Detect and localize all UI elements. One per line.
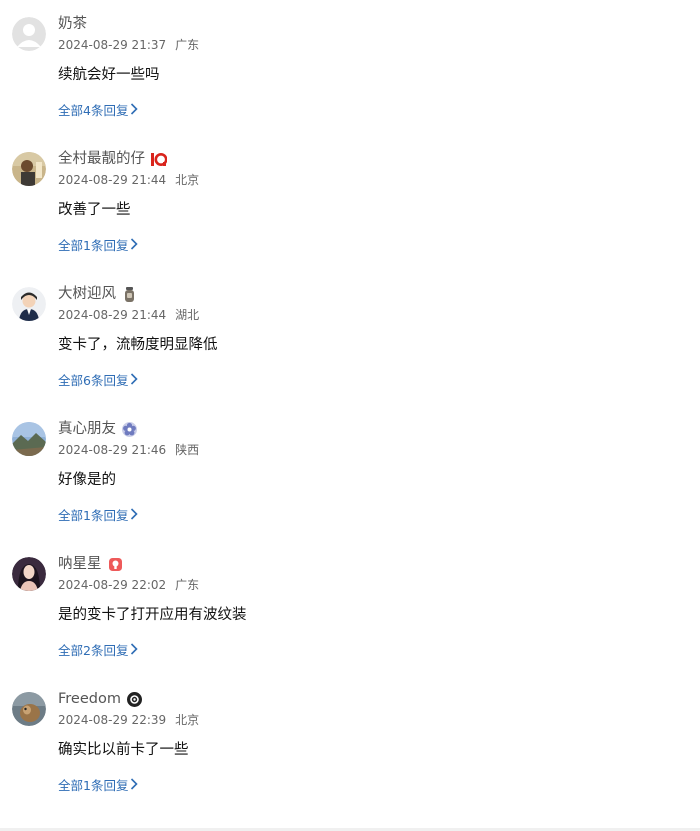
flower-badge-icon [121,421,138,438]
username[interactable]: 大树迎风 [58,284,116,304]
comment-location: 北京 [175,713,200,727]
avatar[interactable] [12,692,46,726]
comment-item: 真心朋友 2024-08-29 21:46 陕西 好像是的 全部1条回复 [0,405,700,540]
username-row: 奶茶 [58,14,87,34]
view-replies-link[interactable]: 全部6条回复 [58,372,139,390]
view-replies-link[interactable]: 全部4条回复 [58,102,139,120]
view-replies-link[interactable]: 全部2条回复 [58,642,139,660]
view-replies-label: 全部1条回复 [58,778,129,793]
comment-time: 2024-08-29 21:44 [58,308,167,322]
avatar[interactable] [12,152,46,186]
comment-list: 奶茶 2024-08-29 21:37 广东 续航会好一些吗 全部4条回复 全村最… [0,0,700,831]
view-replies-link[interactable]: 全部1条回复 [58,237,139,255]
red-badge-icon [107,556,124,573]
comment-item: 呐星星 2024-08-29 22:02 广东 是的变卡了打开应用有波纹装 全部2… [0,540,700,675]
username-row: 呐星星 [58,554,124,574]
black-round-badge-icon [126,691,143,708]
chevron-right-icon [130,237,139,255]
view-replies-label: 全部6条回复 [58,373,129,388]
view-replies-label: 全部4条回复 [58,103,129,118]
chevron-right-icon [130,642,139,660]
user-portrait-icon [12,557,46,591]
view-replies-label: 全部2条回复 [58,643,129,658]
comment-text: 确实比以前卡了一些 [58,742,189,758]
comment-item: Freedom 2024-08-29 22:39 北京 确实比以前卡了一些 全部1… [0,675,700,810]
chevron-right-icon [130,507,139,525]
username[interactable]: 呐星星 [58,554,102,574]
comment-meta: 2024-08-29 21:44 北京 [58,172,199,188]
bottle-badge-icon [121,286,138,303]
comment-item: 全村最靓的仔 2024-08-29 21:44 北京 改善了一些 全部1条回复 [0,135,700,270]
view-replies-link[interactable]: 全部1条回复 [58,507,139,525]
username[interactable]: 真心朋友 [58,419,116,439]
username[interactable]: 奶茶 [58,14,87,34]
comment-time: 2024-08-29 21:44 [58,173,167,187]
comment-time: 2024-08-29 21:46 [58,443,167,457]
default-user-icon [12,17,46,51]
comment-location: 广东 [175,38,200,52]
avatar[interactable] [12,422,46,456]
username-row: 全村最靓的仔 [58,149,167,169]
comment-meta: 2024-08-29 22:39 北京 [58,712,199,728]
comment-location: 湖北 [175,308,200,322]
username-row: 真心朋友 [58,419,138,439]
comment-location: 陕西 [175,443,200,457]
comment-meta: 2024-08-29 22:02 广东 [58,577,199,593]
avatar[interactable] [12,287,46,321]
comment-time: 2024-08-29 22:39 [58,713,167,727]
username[interactable]: Freedom [58,689,121,709]
comment-text: 是的变卡了打开应用有波纹装 [58,607,247,623]
comment-time: 2024-08-29 22:02 [58,578,167,592]
user-cartoon-icon [12,287,46,321]
comment-text: 变卡了，流畅度明显降低 [58,337,218,353]
rank-10-badge-icon [150,151,167,168]
comment-item: 奶茶 2024-08-29 21:37 广东 续航会好一些吗 全部4条回复 [0,0,700,135]
comment-item: 大树迎风 2024-08-29 21:44 湖北 变卡了，流畅度明显降低 全部6条… [0,270,700,405]
chevron-right-icon [130,102,139,120]
comment-location: 广东 [175,578,200,592]
comment-location: 北京 [175,173,200,187]
username-row: 大树迎风 [58,284,138,304]
user-pet-icon [12,692,46,726]
avatar[interactable] [12,557,46,591]
comment-text: 改善了一些 [58,202,131,218]
comment-meta: 2024-08-29 21:37 广东 [58,37,199,53]
username[interactable]: 全村最靓的仔 [58,149,145,169]
view-replies-label: 全部1条回复 [58,238,129,253]
chevron-right-icon [130,777,139,795]
comment-text: 好像是的 [58,472,116,488]
user-landscape-icon [12,422,46,456]
comment-time: 2024-08-29 21:37 [58,38,167,52]
view-replies-link[interactable]: 全部1条回复 [58,777,139,795]
user-photo-icon [12,152,46,186]
chevron-right-icon [130,372,139,390]
view-replies-label: 全部1条回复 [58,508,129,523]
comment-text: 续航会好一些吗 [58,67,160,83]
username-row: Freedom [58,689,143,709]
avatar[interactable] [12,17,46,51]
comment-meta: 2024-08-29 21:46 陕西 [58,442,199,458]
comment-meta: 2024-08-29 21:44 湖北 [58,307,199,323]
